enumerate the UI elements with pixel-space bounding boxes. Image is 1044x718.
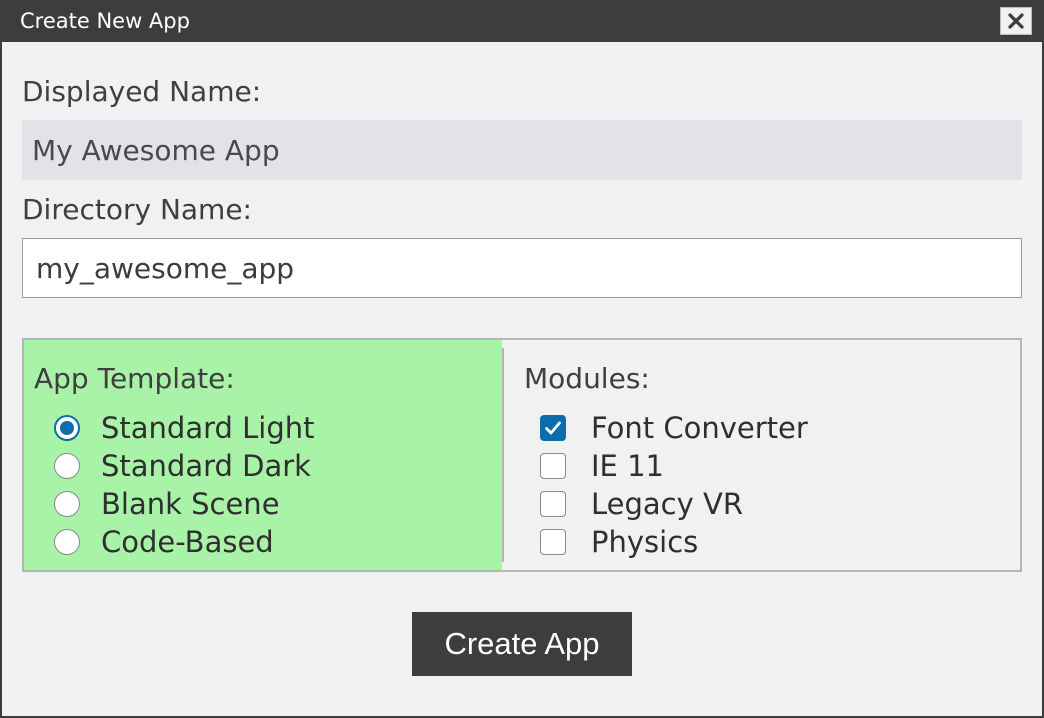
template-option-code-based[interactable]: Code-Based bbox=[54, 524, 274, 560]
title-bar: Create New App bbox=[2, 0, 1042, 42]
checkbox[interactable] bbox=[540, 491, 566, 517]
directory-name-field[interactable] bbox=[22, 238, 1022, 298]
options-panel: App Template: Standard Light Standard Da… bbox=[22, 338, 1022, 572]
module-label: IE 11 bbox=[591, 449, 664, 483]
close-icon bbox=[1008, 13, 1024, 29]
create-app-button[interactable]: Create App bbox=[412, 612, 632, 676]
module-label: Physics bbox=[591, 525, 699, 559]
directory-name-label: Directory Name: bbox=[22, 193, 252, 226]
checkbox[interactable] bbox=[540, 415, 566, 441]
displayed-name-label: Displayed Name: bbox=[22, 75, 262, 108]
check-icon bbox=[545, 421, 561, 435]
radio-button[interactable] bbox=[54, 529, 80, 555]
template-option-blank-scene[interactable]: Blank Scene bbox=[54, 486, 280, 522]
checkbox[interactable] bbox=[540, 453, 566, 479]
displayed-name-field[interactable] bbox=[22, 120, 1022, 180]
module-label: Font Converter bbox=[591, 411, 808, 445]
radio-button[interactable] bbox=[54, 453, 80, 479]
modules-title: Modules: bbox=[524, 362, 650, 395]
template-option-label: Code-Based bbox=[101, 525, 274, 559]
template-option-standard-dark[interactable]: Standard Dark bbox=[54, 448, 311, 484]
dialog-content: Displayed Name: Directory Name: App Temp… bbox=[2, 42, 1042, 716]
radio-button[interactable] bbox=[54, 491, 80, 517]
module-label: Legacy VR bbox=[591, 487, 743, 521]
template-option-standard-light[interactable]: Standard Light bbox=[54, 410, 315, 446]
module-legacy-vr[interactable]: Legacy VR bbox=[540, 486, 743, 522]
module-physics[interactable]: Physics bbox=[540, 524, 698, 560]
radio-button[interactable] bbox=[54, 415, 80, 441]
modules-section: Modules: Font Converter IE 11 Legacy VR bbox=[504, 340, 1020, 570]
checkbox[interactable] bbox=[540, 529, 566, 555]
close-button[interactable] bbox=[1000, 7, 1032, 35]
module-font-converter[interactable]: Font Converter bbox=[540, 410, 808, 446]
dialog-window: Create New App Displayed Name: Directory… bbox=[0, 0, 1044, 718]
template-option-label: Standard Light bbox=[101, 411, 315, 445]
module-ie-11[interactable]: IE 11 bbox=[540, 448, 664, 484]
app-template-section: App Template: Standard Light Standard Da… bbox=[24, 340, 502, 570]
template-option-label: Standard Dark bbox=[101, 449, 311, 483]
app-template-title: App Template: bbox=[34, 362, 235, 395]
template-option-label: Blank Scene bbox=[101, 487, 280, 521]
window-title: Create New App bbox=[20, 9, 190, 33]
